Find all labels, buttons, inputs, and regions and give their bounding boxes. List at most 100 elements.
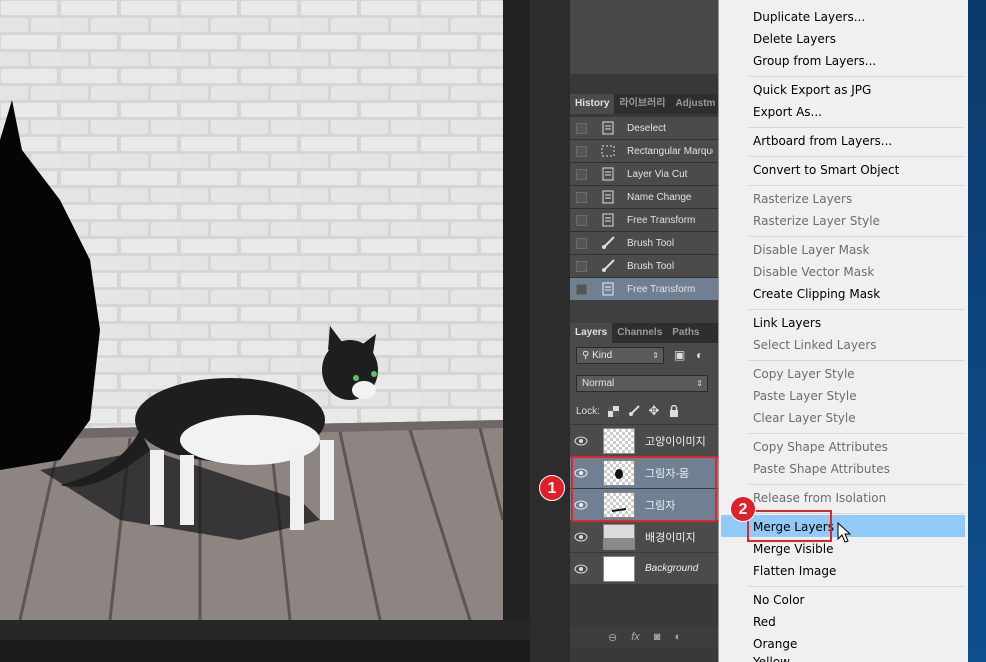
lock-all-icon[interactable] bbox=[668, 405, 680, 417]
menu-item-color-orange[interactable]: Orange bbox=[753, 637, 797, 651]
menu-item-artboard-from-layers[interactable]: Artboard from Layers... bbox=[753, 134, 892, 148]
kind-filter-select[interactable]: ⚲ Kind ⇕ bbox=[576, 347, 664, 364]
layer-name[interactable]: 배경이미지 bbox=[645, 529, 696, 545]
document-icon bbox=[601, 121, 615, 135]
link-icon[interactable]: ⊖ bbox=[608, 631, 617, 644]
history-item[interactable]: Free Transform bbox=[570, 209, 720, 232]
lock-transparency-icon[interactable] bbox=[608, 405, 620, 417]
history-item[interactable]: Name Change bbox=[570, 186, 720, 209]
layer-context-menu: Duplicate Layers... Delete Layers Group … bbox=[718, 0, 968, 662]
menu-item-group-from-layers[interactable]: Group from Layers... bbox=[753, 54, 876, 68]
mask-icon[interactable]: ◙ bbox=[654, 631, 661, 643]
tab-adjustments[interactable]: Adjustm bbox=[670, 94, 720, 114]
kind-filter-value: Kind bbox=[592, 350, 613, 361]
history-item[interactable]: Brush Tool bbox=[570, 232, 720, 255]
history-panel-tabs: History 라이브러리 Adjustm bbox=[570, 94, 720, 114]
lock-position-move-icon[interactable]: ✥ bbox=[648, 403, 660, 418]
panel-dock: History 라이브러리 Adjustm Deselect Rectangul… bbox=[530, 0, 720, 662]
layer-name[interactable]: Background bbox=[645, 563, 698, 574]
eye-icon[interactable] bbox=[570, 564, 592, 574]
history-item[interactable]: Rectangular Marquee bbox=[570, 140, 720, 163]
menu-item-create-clipping-mask[interactable]: Create Clipping Mask bbox=[753, 287, 880, 301]
search-icon: ⚲ bbox=[582, 350, 593, 361]
tab-layers[interactable]: Layers bbox=[570, 323, 613, 343]
layers-filter-bar: ⚲ Kind ⇕ ▣ ◐ bbox=[570, 343, 720, 371]
menu-item-duplicate-layers[interactable]: Duplicate Layers... bbox=[753, 10, 865, 24]
tab-paths[interactable]: Paths bbox=[667, 323, 704, 343]
panel-gutter bbox=[530, 0, 570, 662]
menu-item-export-as[interactable]: Export As... bbox=[753, 105, 822, 119]
document-icon bbox=[601, 190, 615, 204]
menu-item-copy-layer-style: Copy Layer Style bbox=[753, 367, 855, 381]
history-footer bbox=[570, 300, 720, 323]
tab-libraries[interactable]: 라이브러리 bbox=[614, 94, 670, 114]
blend-mode-select[interactable]: Normal ⇕ bbox=[576, 375, 708, 392]
menu-separator bbox=[749, 586, 965, 587]
taskbar bbox=[0, 640, 530, 662]
history-snapshot-checkbox[interactable] bbox=[576, 191, 587, 203]
layer-thumbnail bbox=[603, 427, 635, 454]
adjustment-icon[interactable]: ◐ bbox=[674, 631, 681, 643]
artwork-image[interactable] bbox=[0, 0, 503, 620]
history-item-label: Rectangular Marquee bbox=[627, 145, 713, 157]
layer-row[interactable]: 고양이이미지 bbox=[570, 425, 720, 457]
menu-item-clear-layer-style: Clear Layer Style bbox=[753, 411, 856, 425]
menu-separator bbox=[749, 360, 965, 361]
history-snapshot-checkbox[interactable] bbox=[576, 260, 587, 272]
history-item-current[interactable]: Free Transform bbox=[570, 278, 720, 301]
blend-mode-value: Normal bbox=[582, 378, 615, 389]
eye-icon[interactable] bbox=[570, 532, 592, 542]
menu-item-paste-layer-style: Paste Layer Style bbox=[753, 389, 857, 403]
layer-row[interactable]: 배경이미지 bbox=[570, 521, 720, 553]
history-snapshot-checkbox[interactable] bbox=[576, 237, 587, 249]
menu-item-merge-visible[interactable]: Merge Visible bbox=[753, 542, 833, 556]
history-item-label: Deselect bbox=[627, 122, 666, 134]
mouse-cursor-icon bbox=[837, 522, 851, 543]
desktop-background bbox=[968, 0, 986, 662]
lock-label: Lock: bbox=[576, 405, 600, 417]
menu-item-select-linked-layers: Select Linked Layers bbox=[753, 338, 877, 352]
menu-item-convert-smart-object[interactable]: Convert to Smart Object bbox=[753, 163, 899, 177]
menu-separator bbox=[749, 156, 965, 157]
adjustment-filter-icon[interactable]: ◐ bbox=[696, 348, 703, 362]
history-item-label: Free Transform bbox=[627, 214, 696, 226]
layer-name[interactable]: 고양이이미지 bbox=[645, 433, 706, 449]
history-list: Deselect Rectangular Marquee Layer Via C… bbox=[570, 117, 720, 301]
menu-item-quick-export[interactable]: Quick Export as JPG bbox=[753, 83, 871, 97]
fx-icon[interactable]: fx bbox=[631, 631, 640, 643]
layer-row[interactable]: Background bbox=[570, 553, 720, 585]
menu-item-paste-shape-attributes: Paste Shape Attributes bbox=[753, 462, 890, 476]
menu-item-link-layers[interactable]: Link Layers bbox=[753, 316, 821, 330]
menu-item-color-none[interactable]: No Color bbox=[753, 593, 804, 607]
menu-item-delete-layers[interactable]: Delete Layers bbox=[753, 32, 836, 46]
image-filter-icon[interactable]: ▣ bbox=[674, 348, 685, 362]
menu-item-disable-vector-mask: Disable Vector Mask bbox=[753, 265, 875, 279]
history-item-label: Brush Tool bbox=[627, 237, 675, 249]
eye-icon[interactable] bbox=[570, 436, 592, 446]
history-snapshot-checkbox[interactable] bbox=[576, 145, 587, 157]
history-snapshot-checkbox[interactable] bbox=[576, 122, 587, 134]
history-item[interactable]: Layer Via Cut bbox=[570, 163, 720, 186]
layers-panel-tabs: Layers Channels Paths bbox=[570, 323, 720, 343]
menu-separator bbox=[749, 236, 965, 237]
history-item[interactable]: Deselect bbox=[570, 117, 720, 140]
step-2-badge: 2 bbox=[730, 496, 756, 522]
menu-item-color-red[interactable]: Red bbox=[753, 615, 776, 629]
menu-separator bbox=[749, 185, 965, 186]
chevron-updown-icon: ⇕ bbox=[696, 379, 703, 388]
tab-history[interactable]: History bbox=[570, 94, 615, 114]
history-snapshot-checkbox[interactable] bbox=[576, 214, 587, 226]
menu-item-copy-shape-attributes: Copy Shape Attributes bbox=[753, 440, 888, 454]
history-snapshot-checkbox[interactable] bbox=[576, 283, 587, 295]
history-item-label: Layer Via Cut bbox=[627, 168, 688, 180]
history-item[interactable]: Brush Tool bbox=[570, 255, 720, 278]
menu-item-flatten-image[interactable]: Flatten Image bbox=[753, 564, 836, 578]
tab-channels[interactable]: Channels bbox=[612, 323, 667, 343]
lock-pixels-brush-icon[interactable] bbox=[628, 405, 640, 417]
menu-separator bbox=[749, 127, 965, 128]
menu-item-color-yellow[interactable]: Yellow bbox=[753, 655, 790, 662]
menu-separator bbox=[749, 309, 965, 310]
history-snapshot-checkbox[interactable] bbox=[576, 168, 587, 180]
selection-highlight-box bbox=[571, 456, 717, 522]
canvas-scroll-area bbox=[0, 620, 530, 640]
